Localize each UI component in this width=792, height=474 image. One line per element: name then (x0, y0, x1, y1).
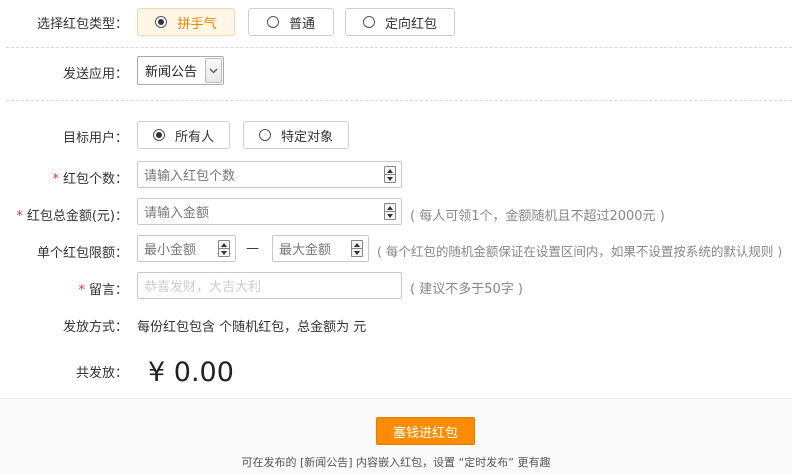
count-label: * 红包个数： (52, 168, 128, 187)
message-placeholder: 恭喜发财，大吉大利 (144, 280, 262, 295)
packet-type-option-label: 定向红包 (384, 16, 437, 32)
divider (6, 100, 792, 101)
message-input[interactable]: 恭喜发财，大吉大利 (137, 272, 402, 299)
radio-unselected-icon (362, 16, 375, 28)
limit-hint: ( 每个红包的随机金额保证在设置区间内，如果不设置按系统的默认规则 ) (377, 244, 783, 259)
packet-type-option-label: 普通 (288, 16, 315, 32)
target-users-option-label: 特定对象 (280, 129, 333, 145)
packet-type-label: 选择红包类型： (36, 17, 128, 32)
min-amount-placeholder: 最小金额 (144, 243, 197, 258)
target-users-option-specific[interactable]: 特定对象 (243, 121, 349, 149)
total-amount-input[interactable]: 请输入金额 (137, 198, 402, 225)
target-users-label: 目标用户： (62, 131, 128, 146)
number-stepper[interactable] (384, 166, 396, 183)
total-value: ¥ 0.00 (148, 357, 234, 388)
target-users-option-label: 所有人 (174, 129, 214, 145)
count-input[interactable]: 请输入红包个数 (137, 161, 402, 188)
number-stepper[interactable] (384, 203, 396, 220)
count-label-text: 红包个数： (62, 172, 128, 187)
stepper-down-icon[interactable] (352, 249, 362, 256)
required-mark: * (16, 209, 23, 224)
divider (6, 47, 792, 48)
stepper-down-icon[interactable] (219, 249, 229, 256)
stepper-up-icon[interactable] (219, 241, 229, 249)
range-separator: — (246, 241, 259, 256)
footnote: 可在发布的 [新闻公告] 内容嵌入红包，设置 “定时发布” 更有趣 (241, 456, 551, 469)
send-app-label: 发送应用： (62, 67, 128, 82)
stepper-up-icon[interactable] (385, 204, 395, 212)
total-amount-hint: ( 每人可领1个，金额随机且不超过2000元 ) (410, 209, 665, 224)
distribution-label: 发放方式： (62, 320, 128, 335)
radio-selected-icon (155, 16, 168, 28)
stepper-down-icon[interactable] (385, 175, 395, 182)
packet-type-option-lucky[interactable]: 拼手气 (137, 8, 235, 36)
stepper-up-icon[interactable] (385, 167, 395, 175)
required-mark: * (78, 283, 85, 298)
send-app-select[interactable]: 新闻公告 (137, 56, 224, 85)
radio-unselected-icon (266, 16, 279, 28)
radio-unselected-icon (258, 129, 271, 141)
required-mark: * (52, 172, 59, 187)
submit-button[interactable]: 塞钱进红包 (376, 417, 475, 445)
max-amount-placeholder: 最大金额 (279, 243, 332, 258)
min-amount-input[interactable]: 最小金额 (137, 235, 236, 262)
number-stepper[interactable] (351, 240, 363, 257)
max-amount-input[interactable]: 最大金额 (272, 235, 369, 262)
target-users-option-all[interactable]: 所有人 (137, 121, 230, 149)
packet-type-option-label: 拼手气 (177, 16, 217, 32)
packet-type-option-targeted[interactable]: 定向红包 (345, 8, 455, 36)
distribution-text: 每份红包包含 个随机红包，总金额为 元 (137, 320, 367, 335)
message-hint: ( 建议不多于50字 ) (410, 282, 523, 297)
send-app-selected-value: 新闻公告 (145, 65, 198, 80)
packet-type-option-normal[interactable]: 普通 (248, 8, 334, 36)
total-label: 共发放： (75, 366, 128, 381)
stepper-down-icon[interactable] (385, 212, 395, 219)
message-label: * 留言： (78, 279, 128, 298)
message-label-text: 留言： (88, 283, 128, 298)
total-amount-placeholder: 请输入金额 (144, 206, 210, 221)
count-placeholder: 请输入红包个数 (144, 169, 236, 184)
radio-selected-icon (152, 129, 165, 141)
number-stepper[interactable] (218, 240, 230, 257)
stepper-up-icon[interactable] (352, 241, 362, 249)
chevron-down-icon[interactable] (205, 58, 222, 83)
limit-label: 单个红包限额： (36, 246, 128, 261)
total-amount-label-text: 红包总金额(元)： (26, 209, 128, 224)
total-amount-label: * 红包总金额(元)： (16, 205, 128, 224)
